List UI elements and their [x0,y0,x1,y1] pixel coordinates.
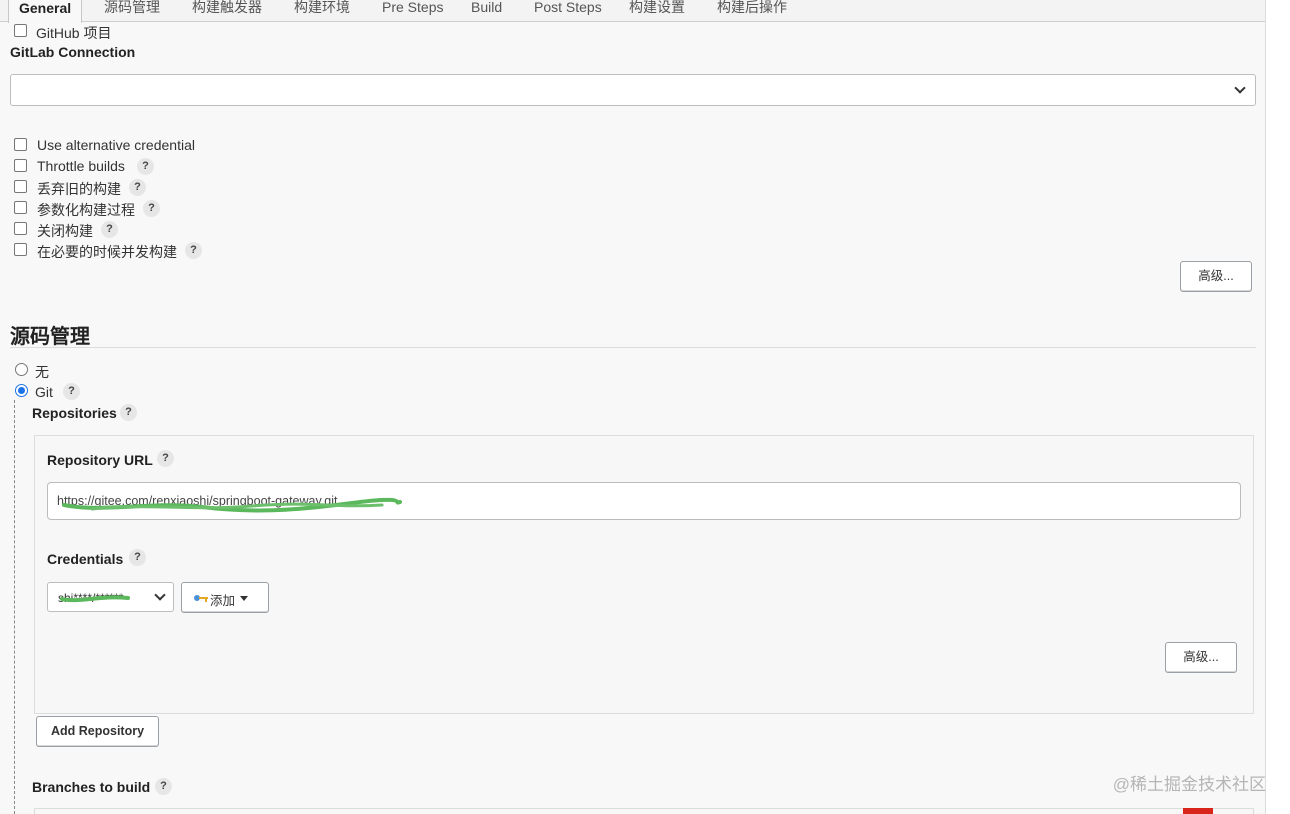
tab-build-environment[interactable]: 构建环境 [292,0,352,22]
tab-post-steps[interactable]: Post Steps [532,0,604,22]
branches-to-build-label: Branches to build [32,779,151,795]
discard-old-builds-checkbox[interactable] [14,180,27,193]
tab-source-management[interactable]: 源码管理 [102,0,162,22]
delete-branch-button[interactable] [1183,808,1213,814]
add-credential-label: 添加 [210,594,236,608]
section-title-source-management: 源码管理 [10,326,90,348]
credentials-label: Credentials [47,551,124,567]
help-icon[interactable]: ? [137,158,154,175]
scm-git-radio[interactable] [15,384,28,397]
disable-build-label: 关闭构建 [37,223,93,239]
tab-general[interactable]: General [8,0,83,23]
repository-advanced-button[interactable]: 高级... [1165,642,1237,673]
help-icon[interactable]: ? [143,200,160,217]
help-icon[interactable]: ? [185,242,202,259]
concurrent-builds-checkbox[interactable] [14,243,27,256]
tab-build-triggers[interactable]: 构建触发器 [190,0,264,22]
help-icon[interactable]: ? [157,450,174,467]
throttle-builds-checkbox[interactable] [14,159,27,172]
github-project-label: GitHub 项目 [36,25,112,41]
help-icon[interactable]: ? [63,383,80,400]
tab-build[interactable]: Build [469,0,504,22]
use-alt-credential-checkbox[interactable] [14,138,27,151]
job-config-form: General 源码管理 构建触发器 构建环境 Pre Steps Build … [0,0,1266,814]
caret-down-icon [240,596,248,601]
help-icon[interactable]: ? [129,179,146,196]
help-icon[interactable]: ? [129,549,146,566]
disable-build-checkbox[interactable] [14,222,27,235]
scm-git-label: Git [35,384,53,400]
chevron-down-icon [154,589,166,601]
throttle-builds-label: Throttle builds [37,158,125,174]
scm-none-label: 无 [35,364,49,380]
section-divider [10,347,1256,348]
scm-none-radio[interactable] [15,363,28,376]
tab-pre-steps[interactable]: Pre Steps [380,0,445,22]
repository-url-input[interactable]: https://gitee.com/renxiaoshi/springboot-… [47,482,1241,520]
branches-panel [34,808,1254,814]
config-tab-bar: General 源码管理 构建触发器 构建环境 Pre Steps Build … [0,0,1265,23]
key-icon [194,595,208,602]
watermark: @稀土掘金技术社区 [1112,775,1266,794]
help-icon[interactable]: ? [120,404,137,421]
parameterized-build-checkbox[interactable] [14,201,27,214]
chevron-down-icon [1234,82,1246,94]
general-advanced-button[interactable]: 高级... [1180,261,1252,292]
repositories-label: Repositories [32,405,117,421]
discard-old-builds-label: 丢弃旧的构建 [37,181,121,197]
gitlab-connection-select[interactable] [10,74,1256,106]
add-credential-button[interactable]: 添加 [181,582,269,613]
use-alt-credential-label: Use alternative credential [37,137,195,153]
help-icon[interactable]: ? [155,778,172,795]
concurrent-builds-label: 在必要的时候并发构建 [37,244,177,260]
redaction-scribble [62,497,402,513]
repository-panel: Repository URL ? https://gitee.com/renxi… [34,435,1254,714]
credentials-select[interactable]: shi****/****** [47,582,174,612]
repository-url-label: Repository URL [47,452,153,468]
redaction-scribble [60,595,130,603]
git-section-guide-line [14,400,15,814]
help-icon[interactable]: ? [101,221,118,238]
gitlab-connection-label: GitLab Connection [10,44,136,60]
parameterized-build-label: 参数化构建过程 [37,202,135,218]
tab-build-settings[interactable]: 构建设置 [627,0,687,22]
github-project-checkbox[interactable] [14,24,27,37]
add-repository-button[interactable]: Add Repository [36,716,159,747]
tab-post-build-actions[interactable]: 构建后操作 [715,0,789,22]
